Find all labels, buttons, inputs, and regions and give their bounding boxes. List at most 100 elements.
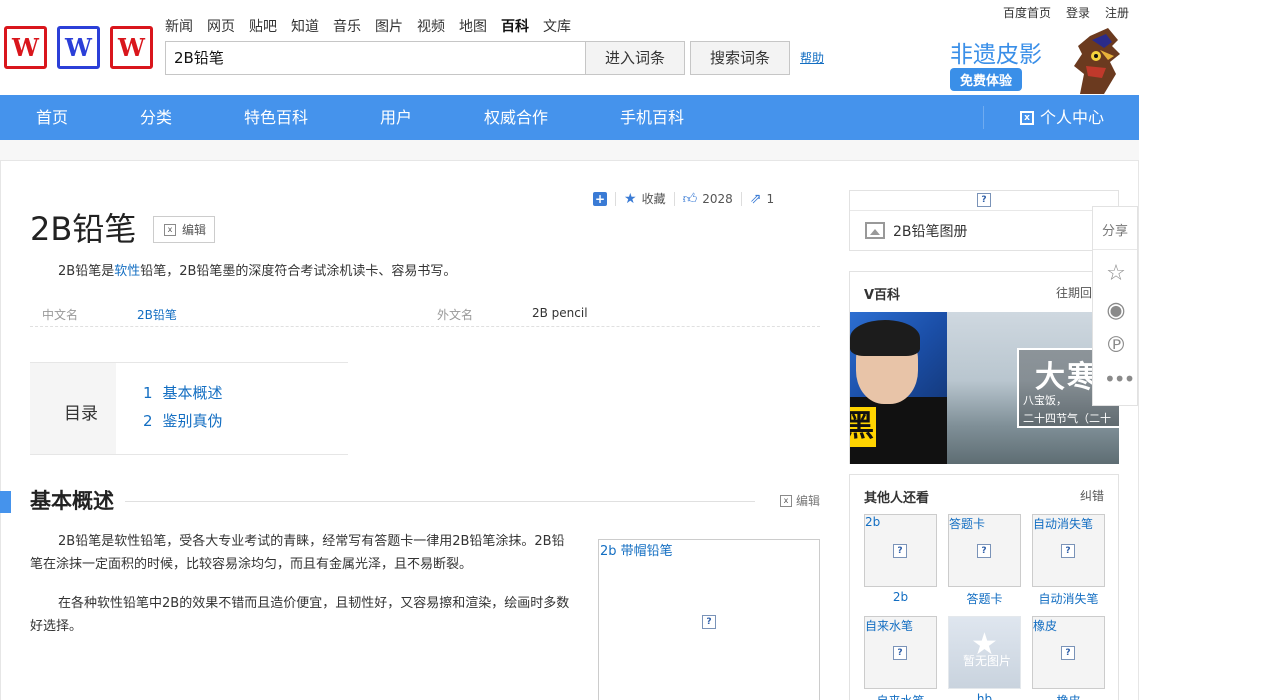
promo-banner[interactable]: 非遗皮影 免费体验 bbox=[950, 26, 1140, 94]
star-icon[interactable]: ☆ bbox=[1104, 261, 1128, 286]
nav-mobile[interactable]: 手机百科 bbox=[620, 95, 684, 140]
thumbnail-caption: 黑 bbox=[850, 407, 876, 447]
related-tile[interactable]: 答题卡 ? bbox=[948, 514, 1021, 587]
channel-tieba[interactable]: 贴吧 bbox=[249, 16, 277, 36]
related-tile-label[interactable]: hb bbox=[948, 692, 1021, 700]
broken-image-icon: ? bbox=[977, 544, 991, 558]
album-link[interactable]: 2B铅笔图册 bbox=[850, 210, 1118, 250]
top-links: 百度首页 登录 注册 bbox=[1003, 4, 1129, 21]
toc-item-label: 基本概述 bbox=[162, 384, 223, 402]
channel-baike: 百科 bbox=[501, 19, 529, 35]
related-tile-label[interactable]: 2b bbox=[864, 590, 937, 604]
related-tile-label[interactable]: 橡皮 bbox=[1032, 692, 1105, 700]
like-count: 2028 bbox=[702, 191, 733, 206]
report-error-link[interactable]: 纠错 bbox=[1080, 487, 1104, 504]
pinterest-icon[interactable]: ℗ bbox=[1104, 333, 1128, 358]
paragraph: 在各种软性铅笔中2B的效果不错而且造价便宜，且韧性好，又容易擦和渲染，绘画时多数… bbox=[30, 596, 570, 634]
section-divider bbox=[125, 501, 755, 502]
channel-map[interactable]: 地图 bbox=[459, 16, 487, 36]
search-input[interactable]: 2B铅笔 bbox=[165, 41, 586, 75]
baidu-home-link[interactable]: 百度首页 bbox=[1003, 4, 1051, 21]
login-link[interactable]: 登录 bbox=[1066, 4, 1090, 21]
logo-badge: W bbox=[110, 26, 153, 69]
register-link[interactable]: 注册 bbox=[1105, 4, 1129, 21]
shadow-puppet-illustration bbox=[1074, 28, 1120, 94]
enter-entry-button[interactable]: 进入词条 bbox=[585, 41, 685, 75]
page-gap bbox=[0, 140, 1139, 160]
main-nav: 首页 分类 特色百科 用户 权威合作 手机百科 x 个人中心 bbox=[0, 95, 1139, 140]
tools-divider bbox=[615, 191, 616, 206]
toc-item-authenticity[interactable]: 2 鉴别真伪 bbox=[143, 410, 223, 431]
channel-zhidao[interactable]: 知道 bbox=[291, 16, 319, 36]
tile-alt-text: 答题卡 bbox=[949, 517, 986, 531]
tools-divider bbox=[740, 191, 742, 206]
nav-users[interactable]: 用户 bbox=[380, 95, 412, 140]
share-icon[interactable]: ⇗ bbox=[750, 191, 762, 207]
figure-box[interactable]: 2b 带帽铅笔 ? bbox=[598, 539, 820, 700]
section-edit-label: 编辑 bbox=[796, 494, 821, 508]
collect-button[interactable]: 收藏 bbox=[642, 190, 666, 207]
related-tile-label[interactable]: 自动消失笔 bbox=[1032, 590, 1105, 607]
summary-text-start: 2B铅笔是 bbox=[58, 264, 115, 279]
channel-video[interactable]: 视频 bbox=[417, 16, 445, 36]
related-title: 其他人还看 bbox=[864, 491, 930, 506]
edit-icon: x bbox=[164, 223, 176, 236]
channel-wenku[interactable]: 文库 bbox=[543, 16, 571, 36]
section-title: 基本概述 bbox=[30, 489, 114, 513]
thumbnail-subtitle: 二十四节气（二十 bbox=[1023, 412, 1111, 425]
share-title: 分享 bbox=[1102, 224, 1129, 239]
related-tile[interactable]: ★ 暂无图片 bbox=[948, 616, 1021, 689]
toc-item-label: 鉴别真伪 bbox=[162, 412, 223, 430]
toc-title: 目录 bbox=[64, 404, 98, 424]
vbaike-card: V百科 往期回 黑 大寒 八宝饭， 二十四节气（二十 bbox=[849, 271, 1119, 464]
related-entries-card: 其他人还看 纠错 2b ? 2b 答题卡 ? 答题卡 自动消失笔 ? 自动消失笔… bbox=[849, 474, 1119, 700]
channel-music[interactable]: 音乐 bbox=[333, 16, 361, 36]
share-divider bbox=[1093, 249, 1137, 250]
site-logo[interactable]: W W W bbox=[4, 26, 153, 69]
channel-web[interactable]: 网页 bbox=[207, 16, 235, 36]
related-tile[interactable]: 自来水笔 ? bbox=[864, 616, 937, 689]
tile-alt-text: 2b bbox=[865, 515, 881, 529]
related-tile-label[interactable]: 答题卡 bbox=[948, 590, 1021, 607]
toc-item-number: 2 bbox=[143, 412, 153, 430]
more-icon[interactable]: ••• bbox=[1104, 367, 1135, 391]
search-entry-button[interactable]: 搜索词条 bbox=[690, 41, 790, 75]
logo-badge: W bbox=[4, 26, 47, 69]
help-link[interactable]: 帮助 bbox=[800, 49, 824, 66]
info-value-chinese-name[interactable]: 2B铅笔 bbox=[137, 306, 177, 323]
broken-image-icon: ? bbox=[977, 193, 991, 207]
vbaike-title: V百科 bbox=[864, 288, 901, 303]
channel-images[interactable]: 图片 bbox=[375, 16, 403, 36]
related-tile-label[interactable]: 自来水笔 bbox=[864, 692, 937, 700]
entry-tools: + ★ 收藏 👍︎ 2028 ⇗ 1 bbox=[593, 190, 774, 207]
edit-label: 编辑 bbox=[182, 223, 207, 237]
tile-alt-text: 橡皮 bbox=[1033, 619, 1058, 633]
summary-link-soft[interactable]: 软性 bbox=[114, 264, 140, 279]
channel-news[interactable]: 新闻 bbox=[165, 16, 193, 36]
related-tile[interactable]: 2b ? bbox=[864, 514, 937, 587]
tile-alt-text: 自来水笔 bbox=[865, 619, 914, 633]
toc-item-overview[interactable]: 1 基本概述 bbox=[143, 382, 223, 403]
figure-caption: 2b 带帽铅笔 bbox=[600, 544, 673, 559]
section-edit-button[interactable]: x 编辑 bbox=[780, 492, 820, 509]
add-icon[interactable]: + bbox=[593, 191, 607, 206]
thumbs-up-icon[interactable]: 👍︎ bbox=[683, 190, 698, 207]
related-tile[interactable]: 橡皮 ? bbox=[1032, 616, 1105, 689]
nav-category[interactable]: 分类 bbox=[140, 95, 172, 140]
album-card[interactable]: ? 2B铅笔图册 bbox=[849, 190, 1119, 251]
promo-badge[interactable]: 免费体验 bbox=[950, 68, 1023, 91]
toc-header-block: 目录 bbox=[30, 363, 116, 454]
edit-entry-button[interactable]: x 编辑 bbox=[153, 216, 215, 243]
related-tile[interactable]: 自动消失笔 ? bbox=[1032, 514, 1105, 587]
nav-featured[interactable]: 特色百科 bbox=[244, 95, 308, 140]
tile-alt-text: 自动消失笔 bbox=[1033, 517, 1094, 531]
vbaike-past-link[interactable]: 往期回 bbox=[1056, 284, 1092, 301]
nav-personal-center[interactable]: x 个人中心 bbox=[1020, 95, 1104, 140]
nav-home[interactable]: 首页 bbox=[36, 95, 68, 140]
weibo-icon[interactable]: ◉ bbox=[1104, 298, 1128, 323]
channel-nav: 新闻 网页 贴吧 知道 音乐 图片 视频 地图 百科 文库 bbox=[165, 16, 571, 36]
nav-partnership[interactable]: 权威合作 bbox=[484, 95, 548, 140]
tools-divider bbox=[673, 191, 675, 206]
info-label-chinese-name: 中文名 bbox=[42, 308, 79, 322]
vbaike-thumbnail[interactable]: 黑 bbox=[850, 312, 947, 464]
